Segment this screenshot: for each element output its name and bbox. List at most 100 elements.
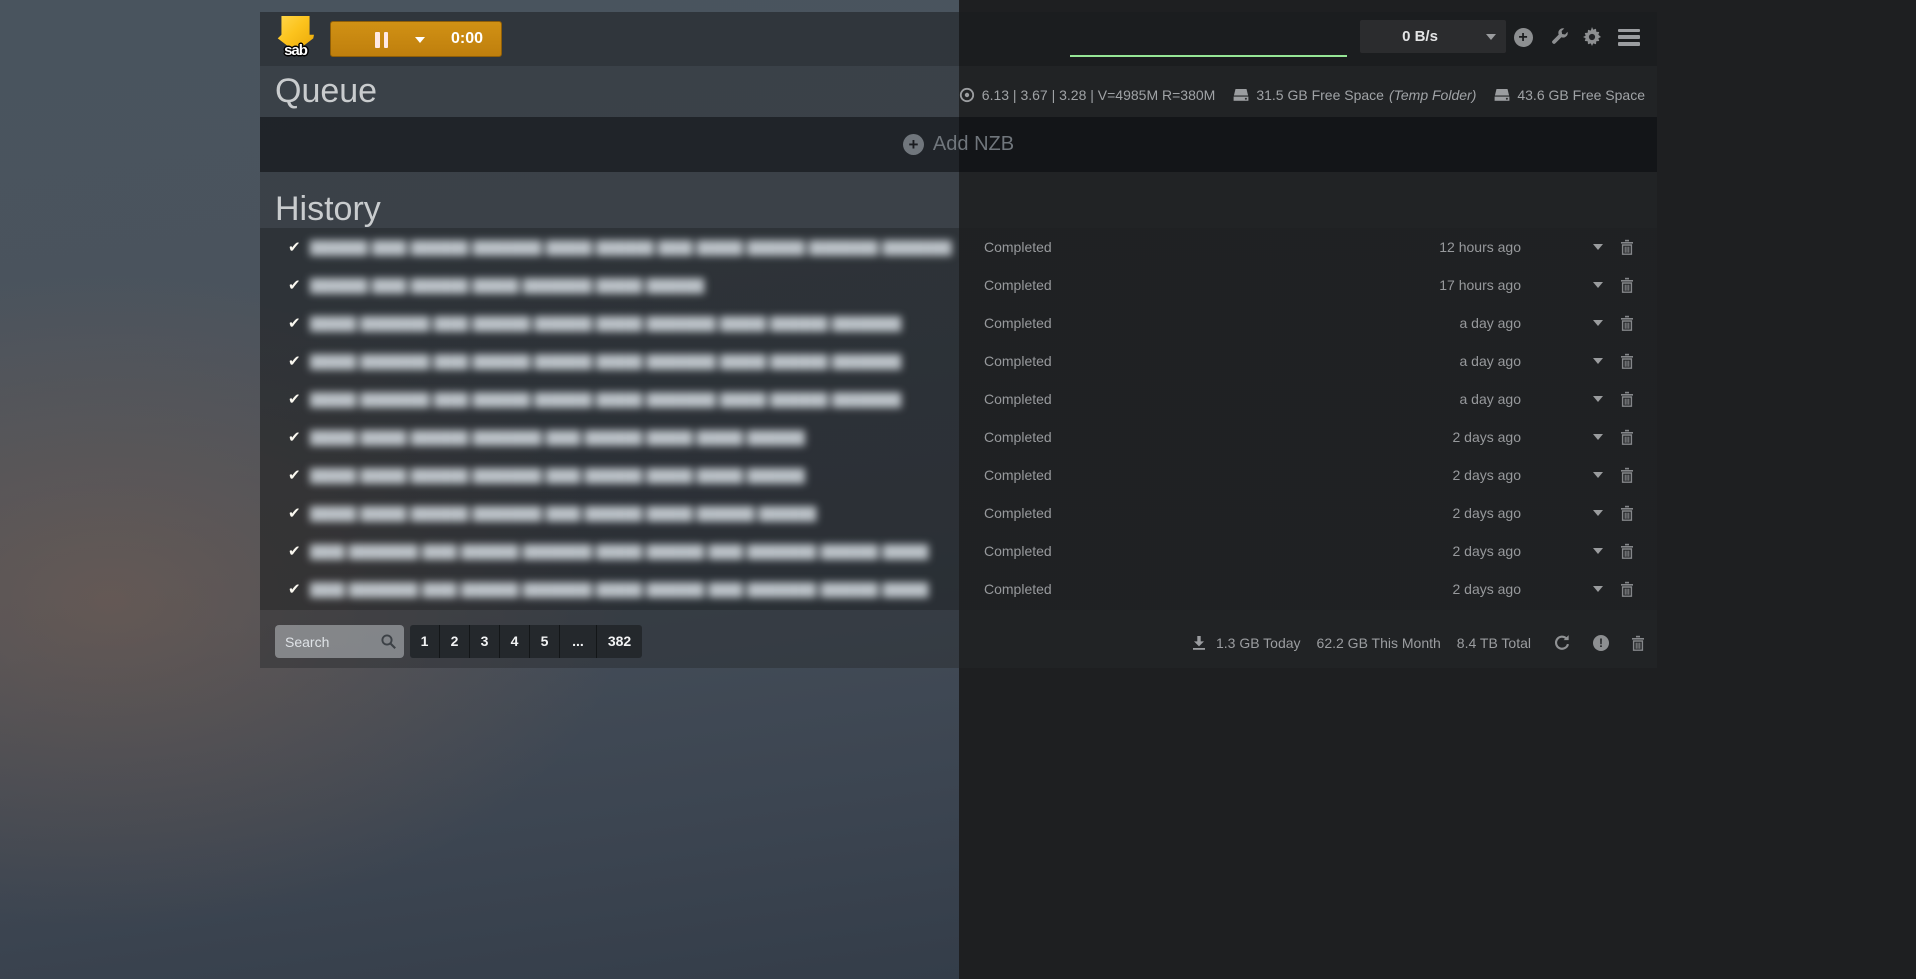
page-button-4[interactable]: 4: [500, 625, 530, 658]
trash-icon: [1620, 429, 1634, 445]
row-expand-caret-icon[interactable]: [1593, 586, 1603, 592]
history-row[interactable]: ✔ ▇▇▇▇ ▇▇▇▇▇▇ ▇▇▇ ▇▇▇▇▇ ▇▇▇▇▇ ▇▇▇▇ ▇▇▇▇▇…: [260, 304, 1657, 342]
masked-job-name[interactable]: ▇▇▇ ▇▇▇▇▇▇ ▇▇▇ ▇▇▇▇▇ ▇▇▇▇▇▇ ▇▇▇▇ ▇▇▇▇▇ ▇…: [310, 580, 928, 598]
speed-graph-line: [1070, 55, 1347, 57]
job-status: Completed: [984, 277, 1052, 293]
history-stats: 1.3 GB Today 62.2 GB This Month 8.4 TB T…: [1192, 632, 1645, 654]
job-time: 12 hours ago: [1439, 239, 1521, 255]
trash-icon: [1620, 543, 1634, 559]
job-status: Completed: [984, 429, 1052, 445]
row-delete-button[interactable]: [1620, 239, 1634, 255]
refresh-button[interactable]: [1553, 634, 1571, 652]
alerts-button[interactable]: !: [1593, 635, 1609, 651]
job-time: 2 days ago: [1453, 467, 1522, 483]
history-row[interactable]: ✔ ▇▇▇▇ ▇▇▇▇ ▇▇▇▇▇ ▇▇▇▇▇▇ ▇▇▇ ▇▇▇▇▇ ▇▇▇▇ …: [260, 418, 1657, 456]
trash-icon: [1620, 581, 1634, 597]
pause-resume-button[interactable]: 0:00: [330, 21, 502, 57]
history-row[interactable]: ✔ ▇▇▇▇ ▇▇▇▇▇▇ ▇▇▇ ▇▇▇▇▇ ▇▇▇▇▇ ▇▇▇▇ ▇▇▇▇▇…: [260, 380, 1657, 418]
job-status: Completed: [984, 581, 1052, 597]
trash-icon: [1620, 467, 1634, 483]
row-expand-caret-icon[interactable]: [1593, 320, 1603, 326]
completed-check-icon: ✔: [288, 390, 301, 408]
row-expand-caret-icon[interactable]: [1593, 548, 1603, 554]
job-time: a day ago: [1460, 353, 1522, 369]
clear-history-button[interactable]: [1631, 635, 1645, 651]
row-delete-button[interactable]: [1620, 581, 1634, 597]
row-delete-button[interactable]: [1620, 429, 1634, 445]
job-time: 2 days ago: [1453, 505, 1522, 521]
row-delete-button[interactable]: [1620, 505, 1634, 521]
speed-limit-dropdown[interactable]: 0 B/s: [1360, 20, 1506, 53]
menu-icon-button[interactable]: [1618, 26, 1640, 48]
sab-logo-text: sab: [277, 42, 314, 59]
completed-check-icon: ✔: [288, 352, 301, 370]
server-stats-text: 6.13 | 3.67 | 3.28 | V=4985M R=380M: [982, 87, 1216, 103]
masked-job-name[interactable]: ▇▇▇▇ ▇▇▇▇▇▇ ▇▇▇ ▇▇▇▇▇ ▇▇▇▇▇ ▇▇▇▇ ▇▇▇▇▇▇ …: [310, 390, 901, 408]
completed-check-icon: ✔: [288, 314, 301, 332]
job-time: 17 hours ago: [1439, 277, 1521, 293]
history-row[interactable]: ✔ ▇▇▇▇ ▇▇▇▇ ▇▇▇▇▇ ▇▇▇▇▇▇ ▇▇▇ ▇▇▇▇▇ ▇▇▇▇ …: [260, 456, 1657, 494]
temp-free-space-text: 31.5 GB Free Space: [1256, 87, 1384, 103]
masked-job-name[interactable]: ▇▇▇▇▇ ▇▇▇ ▇▇▇▇▇ ▇▇▇▇▇▇ ▇▇▇▇ ▇▇▇▇▇ ▇▇▇ ▇▇…: [310, 238, 952, 256]
masked-job-name[interactable]: ▇▇▇▇ ▇▇▇▇ ▇▇▇▇▇ ▇▇▇▇▇▇ ▇▇▇ ▇▇▇▇▇ ▇▇▇▇ ▇▇…: [310, 504, 816, 522]
trash-icon: [1620, 505, 1634, 521]
app-container: sab 0:00 0 B/s +: [260, 12, 1657, 668]
history-row[interactable]: ✔ ▇▇▇▇ ▇▇▇▇▇▇ ▇▇▇ ▇▇▇▇▇ ▇▇▇▇▇ ▇▇▇▇ ▇▇▇▇▇…: [260, 342, 1657, 380]
row-expand-caret-icon[interactable]: [1593, 472, 1603, 478]
pause-icon: [375, 32, 388, 48]
row-expand-caret-icon[interactable]: [1593, 282, 1603, 288]
temp-drive-icon: [1233, 88, 1249, 102]
history-row[interactable]: ✔ ▇▇▇ ▇▇▇▇▇▇ ▇▇▇ ▇▇▇▇▇ ▇▇▇▇▇▇ ▇▇▇▇ ▇▇▇▇▇…: [260, 532, 1657, 570]
row-expand-caret-icon[interactable]: [1593, 358, 1603, 364]
page-button-5[interactable]: 5: [530, 625, 560, 658]
screen: sab 0:00 0 B/s +: [0, 0, 1916, 979]
pause-dropdown-caret-icon[interactable]: [415, 37, 425, 43]
row-delete-button[interactable]: [1620, 391, 1634, 407]
page-button-1[interactable]: 1: [410, 625, 440, 658]
trash-icon: [1620, 277, 1634, 293]
completed-check-icon: ✔: [288, 238, 301, 256]
search-icon: [380, 633, 397, 650]
masked-job-name[interactable]: ▇▇▇ ▇▇▇▇▇▇ ▇▇▇ ▇▇▇▇▇ ▇▇▇▇▇▇ ▇▇▇▇ ▇▇▇▇▇ ▇…: [310, 542, 928, 560]
speed-caret-icon: [1486, 34, 1496, 40]
settings-icon-button[interactable]: [1581, 26, 1603, 48]
servers-icon: [959, 87, 975, 103]
temp-free-space: 31.5 GB Free Space (Temp Folder): [1233, 87, 1476, 103]
trash-icon: [1620, 391, 1634, 407]
job-status: Completed: [984, 543, 1052, 559]
sab-logo[interactable]: sab: [277, 16, 314, 61]
completed-check-icon: ✔: [288, 466, 301, 484]
row-delete-button[interactable]: [1620, 315, 1634, 331]
history-row[interactable]: ✔ ▇▇▇▇▇ ▇▇▇ ▇▇▇▇▇ ▇▇▇▇▇▇ ▇▇▇▇ ▇▇▇▇▇ ▇▇▇ …: [260, 228, 1657, 266]
refresh-icon: [1553, 634, 1571, 652]
job-status: Completed: [984, 353, 1052, 369]
page-button-382[interactable]: 382: [597, 625, 642, 658]
row-delete-button[interactable]: [1620, 353, 1634, 369]
row-expand-caret-icon[interactable]: [1593, 510, 1603, 516]
add-nzb-dropzone[interactable]: + Add NZB: [260, 117, 1657, 172]
masked-job-name[interactable]: ▇▇▇▇ ▇▇▇▇ ▇▇▇▇▇ ▇▇▇▇▇▇ ▇▇▇ ▇▇▇▇▇ ▇▇▇▇ ▇▇…: [310, 428, 805, 446]
job-time: a day ago: [1460, 391, 1522, 407]
disk-free-space: 43.6 GB Free Space: [1494, 87, 1645, 103]
row-expand-caret-icon[interactable]: [1593, 244, 1603, 250]
row-delete-button[interactable]: [1620, 467, 1634, 483]
job-time: a day ago: [1460, 315, 1522, 331]
history-row[interactable]: ✔ ▇▇▇▇▇ ▇▇▇ ▇▇▇▇▇ ▇▇▇▇ ▇▇▇▇▇▇ ▇▇▇▇ ▇▇▇▇▇…: [260, 266, 1657, 304]
history-title: History: [275, 190, 381, 229]
page-button-2[interactable]: 2: [440, 625, 470, 658]
add-icon-button[interactable]: +: [1512, 26, 1534, 48]
row-expand-caret-icon[interactable]: [1593, 434, 1603, 440]
page-button-3[interactable]: 3: [470, 625, 500, 658]
row-delete-button[interactable]: [1620, 543, 1634, 559]
row-expand-caret-icon[interactable]: [1593, 396, 1603, 402]
row-delete-button[interactable]: [1620, 277, 1634, 293]
history-row[interactable]: ✔ ▇▇▇▇ ▇▇▇▇ ▇▇▇▇▇ ▇▇▇▇▇▇ ▇▇▇ ▇▇▇▇▇ ▇▇▇▇ …: [260, 494, 1657, 532]
wrench-icon-button[interactable]: [1549, 26, 1571, 48]
masked-job-name[interactable]: ▇▇▇▇▇ ▇▇▇ ▇▇▇▇▇ ▇▇▇▇ ▇▇▇▇▇▇ ▇▇▇▇ ▇▇▇▇▇: [310, 276, 704, 294]
history-row[interactable]: ✔ ▇▇▇ ▇▇▇▇▇▇ ▇▇▇ ▇▇▇▇▇ ▇▇▇▇▇▇ ▇▇▇▇ ▇▇▇▇▇…: [260, 570, 1657, 608]
trash-icon: [1631, 635, 1645, 651]
masked-job-name[interactable]: ▇▇▇▇ ▇▇▇▇▇▇ ▇▇▇ ▇▇▇▇▇ ▇▇▇▇▇ ▇▇▇▇ ▇▇▇▇▇▇ …: [310, 352, 901, 370]
masked-job-name[interactable]: ▇▇▇▇ ▇▇▇▇ ▇▇▇▇▇ ▇▇▇▇▇▇ ▇▇▇ ▇▇▇▇▇ ▇▇▇▇ ▇▇…: [310, 466, 805, 484]
masked-job-name[interactable]: ▇▇▇▇ ▇▇▇▇▇▇ ▇▇▇ ▇▇▇▇▇ ▇▇▇▇▇ ▇▇▇▇ ▇▇▇▇▇▇ …: [310, 314, 901, 332]
page-button-...[interactable]: ...: [560, 625, 597, 658]
